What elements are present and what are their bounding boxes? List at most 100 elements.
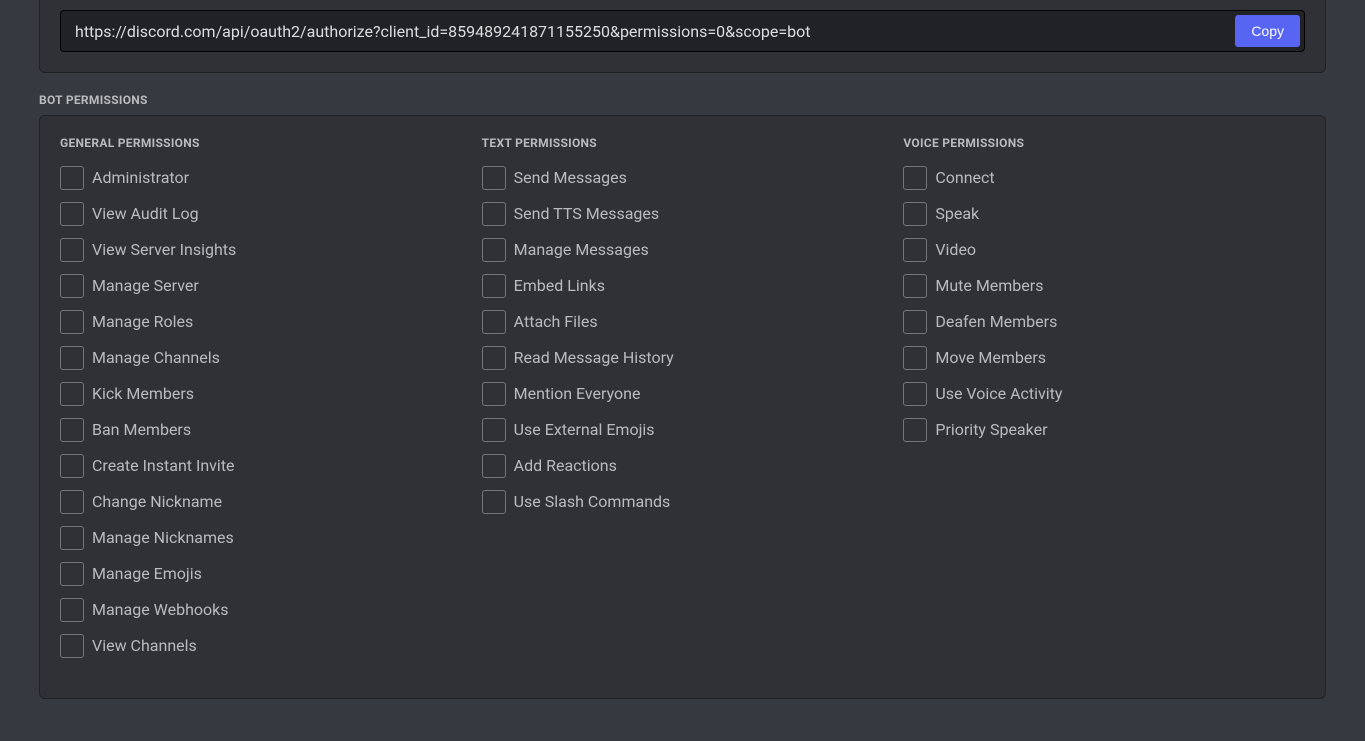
permission-checkbox[interactable]: [60, 490, 84, 514]
permission-checkbox[interactable]: [482, 454, 506, 478]
voice-permissions-list: Connect Speak Video Mute Members Deafen Memb…: [903, 166, 1305, 442]
permission-row[interactable]: Manage Webhooks: [60, 598, 462, 622]
permission-label: View Server Insights: [92, 238, 236, 262]
permission-checkbox[interactable]: [903, 382, 927, 406]
permission-label: Manage Webhooks: [92, 598, 229, 622]
permission-row[interactable]: Mute Members: [903, 274, 1305, 298]
oauth-url-box: Copy: [60, 10, 1305, 52]
permission-checkbox[interactable]: [903, 310, 927, 334]
permission-row[interactable]: View Server Insights: [60, 238, 462, 262]
permission-label: Priority Speaker: [935, 418, 1047, 442]
permission-checkbox[interactable]: [60, 202, 84, 226]
permission-row[interactable]: Manage Server: [60, 274, 462, 298]
permission-checkbox[interactable]: [482, 382, 506, 406]
permission-label: Video: [935, 238, 976, 262]
voice-permissions-column: VOICE PERMISSIONS Connect Speak Video Mute …: [903, 136, 1305, 670]
permission-row[interactable]: Manage Roles: [60, 310, 462, 334]
permission-label: Attach Files: [514, 310, 598, 334]
permission-checkbox[interactable]: [60, 238, 84, 262]
permission-row[interactable]: Send Messages: [482, 166, 884, 190]
permission-label: Mute Members: [935, 274, 1043, 298]
permission-label: View Audit Log: [92, 202, 199, 226]
permission-checkbox[interactable]: [482, 166, 506, 190]
permission-row[interactable]: Mention Everyone: [482, 382, 884, 406]
general-permissions-column: GENERAL PERMISSIONS Administrator View Au…: [60, 136, 462, 670]
permission-checkbox[interactable]: [482, 202, 506, 226]
permission-label: Manage Server: [92, 274, 199, 298]
permission-label: Add Reactions: [514, 454, 617, 478]
permission-checkbox[interactable]: [482, 238, 506, 262]
text-permissions-heading: TEXT PERMISSIONS: [482, 136, 884, 150]
permission-label: Move Members: [935, 346, 1046, 370]
permission-checkbox[interactable]: [482, 490, 506, 514]
permission-checkbox[interactable]: [60, 274, 84, 298]
permission-checkbox[interactable]: [60, 418, 84, 442]
permission-label: Use Slash Commands: [514, 490, 671, 514]
permission-checkbox[interactable]: [482, 274, 506, 298]
permission-row[interactable]: View Channels: [60, 634, 462, 658]
permission-row[interactable]: Use Voice Activity: [903, 382, 1305, 406]
permission-row[interactable]: Manage Messages: [482, 238, 884, 262]
permission-checkbox[interactable]: [60, 382, 84, 406]
voice-permissions-heading: VOICE PERMISSIONS: [903, 136, 1305, 150]
permission-label: Manage Nicknames: [92, 526, 234, 550]
permission-label: Connect: [935, 166, 994, 190]
permission-row[interactable]: Read Message History: [482, 346, 884, 370]
permission-label: Use External Emojis: [514, 418, 655, 442]
permission-row[interactable]: Video: [903, 238, 1305, 262]
permission-label: Administrator: [92, 166, 189, 190]
permission-label: Use Voice Activity: [935, 382, 1062, 406]
permission-checkbox[interactable]: [60, 562, 84, 586]
permission-row[interactable]: Embed Links: [482, 274, 884, 298]
permission-row[interactable]: Priority Speaker: [903, 418, 1305, 442]
permission-checkbox[interactable]: [60, 346, 84, 370]
permission-row[interactable]: Manage Emojis: [60, 562, 462, 586]
permission-checkbox[interactable]: [903, 274, 927, 298]
permission-label: Manage Messages: [514, 238, 649, 262]
permission-label: Manage Channels: [92, 346, 220, 370]
bot-permissions-panel: GENERAL PERMISSIONS Administrator View Au…: [39, 115, 1326, 699]
permission-checkbox[interactable]: [482, 418, 506, 442]
permission-row[interactable]: Manage Nicknames: [60, 526, 462, 550]
permission-checkbox[interactable]: [60, 598, 84, 622]
permission-row[interactable]: Speak: [903, 202, 1305, 226]
general-permissions-list: Administrator View Audit Log View Server I…: [60, 166, 462, 658]
permission-row[interactable]: Change Nickname: [60, 490, 462, 514]
permission-row[interactable]: Kick Members: [60, 382, 462, 406]
permission-row[interactable]: Use Slash Commands: [482, 490, 884, 514]
permission-label: Change Nickname: [92, 490, 222, 514]
permission-row[interactable]: Attach Files: [482, 310, 884, 334]
permission-row[interactable]: Administrator: [60, 166, 462, 190]
permission-checkbox[interactable]: [60, 166, 84, 190]
permission-checkbox[interactable]: [60, 526, 84, 550]
permission-row[interactable]: Create Instant Invite: [60, 454, 462, 478]
permission-checkbox[interactable]: [903, 202, 927, 226]
permission-row[interactable]: Ban Members: [60, 418, 462, 442]
copy-button[interactable]: Copy: [1235, 15, 1300, 47]
general-permissions-heading: GENERAL PERMISSIONS: [60, 136, 462, 150]
permission-checkbox[interactable]: [60, 454, 84, 478]
permission-checkbox[interactable]: [60, 634, 84, 658]
permission-row[interactable]: Add Reactions: [482, 454, 884, 478]
permission-checkbox[interactable]: [903, 346, 927, 370]
permission-row[interactable]: Use External Emojis: [482, 418, 884, 442]
permission-row[interactable]: Manage Channels: [60, 346, 462, 370]
permission-row[interactable]: Deafen Members: [903, 310, 1305, 334]
permission-checkbox[interactable]: [482, 310, 506, 334]
permission-row[interactable]: Connect: [903, 166, 1305, 190]
permission-row[interactable]: Move Members: [903, 346, 1305, 370]
permission-checkbox[interactable]: [903, 418, 927, 442]
permission-label: Deafen Members: [935, 310, 1057, 334]
permission-checkbox[interactable]: [482, 346, 506, 370]
oauth-url-input[interactable]: [61, 22, 1235, 41]
permission-label: Read Message History: [514, 346, 674, 370]
permission-row[interactable]: View Audit Log: [60, 202, 462, 226]
permission-label: Ban Members: [92, 418, 191, 442]
permission-checkbox[interactable]: [903, 238, 927, 262]
permission-label: Speak: [935, 202, 979, 226]
permission-label: Create Instant Invite: [92, 454, 235, 478]
permission-label: Mention Everyone: [514, 382, 641, 406]
permission-checkbox[interactable]: [903, 166, 927, 190]
permission-checkbox[interactable]: [60, 310, 84, 334]
permission-row[interactable]: Send TTS Messages: [482, 202, 884, 226]
